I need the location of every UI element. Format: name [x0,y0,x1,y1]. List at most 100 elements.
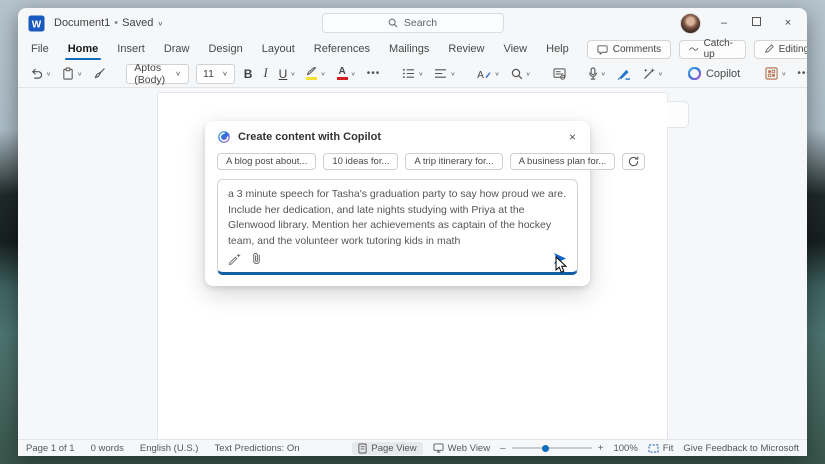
zoom-slider-thumb[interactable] [542,444,550,452]
page-view-button[interactable]: Page View [352,441,423,455]
font-color-button[interactable]: A ∨ [335,65,358,82]
pencil-icon [764,44,774,53]
italic-icon: I [263,66,268,80]
language-status[interactable]: English (U.S.) [140,443,199,454]
comments-button[interactable]: Comments [586,39,672,59]
font-color-swatch [336,77,348,80]
font-size-value: 11 [203,67,214,80]
chip-business-plan[interactable]: A business plan for... [509,153,616,170]
margin-flyout-tab[interactable] [667,101,689,128]
close-icon[interactable]: × [567,130,578,144]
more-commands-button[interactable]: ••• [795,66,807,81]
zoom-out-button[interactable]: – [500,443,506,454]
font-size-select[interactable]: 11 ∨ [196,63,235,84]
alignment-button[interactable]: ∨ [432,66,457,81]
magic-wand-icon [644,67,655,79]
comments-label: Comments [612,43,662,55]
copilot-dialog: Create content with Copilot × A blog pos… [205,121,646,286]
editing-mode-button[interactable]: Editing ∨ [753,39,807,59]
find-button[interactable]: ∨ [509,66,533,82]
microphone-icon [588,67,597,80]
zoom-slider-track[interactable] [511,444,592,452]
fit-button[interactable]: Fit [648,443,673,454]
highlight-color-swatch [306,77,318,80]
tab-home[interactable]: Home [64,41,101,60]
catchup-button[interactable]: Catch-up [679,38,746,60]
svg-text:A: A [478,70,485,80]
feedback-link[interactable]: Give Feedback to Microsoft [683,443,799,454]
undo-button[interactable]: ∨ [28,66,53,82]
prompt-text[interactable]: a 3 minute speech for Tasha's graduation… [228,187,567,249]
tab-draw[interactable]: Draw [163,41,191,57]
zoom-in-button[interactable]: + [598,443,604,454]
underline-button[interactable]: U ∨ [277,65,298,83]
mouse-cursor [555,256,568,273]
font-name-select[interactable]: Aptos (Body) ∨ [126,62,190,86]
chevron-down-icon: ∨ [781,71,787,77]
close-button[interactable]: × [779,17,797,29]
chevron-down-icon: ∨ [46,71,52,77]
editor-button[interactable] [615,66,633,82]
tab-review[interactable]: Review [447,41,485,57]
minimize-button[interactable]: – [715,17,733,29]
copilot-icon [218,131,230,143]
chevron-down-icon: ∨ [175,69,182,78]
status-bar: Page 1 of 1 0 words English (U.S.) Text … [18,439,807,456]
italic-button[interactable]: I [261,64,269,83]
maximize-button[interactable] [747,17,765,29]
tab-references[interactable]: References [313,41,371,57]
fit-icon [648,443,659,453]
word-logo-icon: W [28,15,45,31]
tab-view[interactable]: View [502,41,528,57]
page-count[interactable]: Page 1 of 1 [26,443,75,454]
chevron-down-icon: ∨ [600,71,606,77]
ellipsis-icon: ••• [797,68,807,79]
user-avatar[interactable] [680,12,701,34]
web-view-button[interactable]: Web View [433,443,490,454]
editor-pen-icon [617,69,630,80]
word-count[interactable]: 0 words [91,443,124,454]
copilot-button[interactable]: Copilot [683,65,745,82]
document-title[interactable]: Document1 • Saved ∨ [54,17,163,29]
format-painter-button[interactable] [91,65,108,82]
designer-icon [553,67,566,80]
highlighter-button[interactable]: ∨ [304,65,327,82]
bullet-list-button[interactable]: ∨ [400,66,425,81]
paste-button[interactable]: ∨ [60,65,84,82]
refresh-icon [629,156,639,167]
bold-button[interactable]: B [242,65,255,83]
underline-icon: U [278,66,288,81]
catchup-icon [689,47,699,51]
dictate-button[interactable]: ∨ [586,65,608,82]
paperclip-icon[interactable] [251,252,262,265]
tab-file[interactable]: File [30,41,50,57]
refresh-suggestions-button[interactable] [622,153,646,170]
prompt-input[interactable]: a 3 minute speech for Tasha's graduation… [217,179,578,275]
chip-ideas[interactable]: 10 ideas for... [323,153,399,170]
tab-insert[interactable]: Insert [116,41,146,57]
page-view-label: Page View [371,442,417,454]
copilot-label: Copilot [705,67,741,80]
search-input[interactable]: Search [321,13,504,33]
web-view-icon [433,443,444,453]
addins-button[interactable]: ∨ [763,65,788,82]
zoom-level[interactable]: 100% [613,443,637,454]
styles-button[interactable]: A ∨ [475,66,501,82]
tab-design[interactable]: Design [207,41,243,57]
tab-layout[interactable]: Layout [261,41,296,57]
dialog-title: Create content with Copilot [238,131,381,143]
chip-blog-post[interactable]: A blog post about... [217,153,317,170]
chevron-down-icon: ∨ [221,69,228,78]
more-font-options-button[interactable]: ••• [365,66,383,81]
zoom-slider: – + [500,443,603,454]
auto-rewrite-button[interactable]: ∨ [640,66,665,82]
ribbon-tab-bar: File Home Insert Draw Design Layout Refe… [18,38,807,60]
tab-help[interactable]: Help [545,41,570,57]
undo-icon [32,68,43,79]
pen-sparkle-icon[interactable] [228,253,241,265]
document-area: Create content with Copilot × A blog pos… [18,88,807,439]
tab-mailings[interactable]: Mailings [388,41,430,57]
chip-trip-itinerary[interactable]: A trip itinerary for... [405,153,503,170]
designer-button[interactable] [551,66,568,82]
text-predictions-status[interactable]: Text Predictions: On [214,443,299,454]
